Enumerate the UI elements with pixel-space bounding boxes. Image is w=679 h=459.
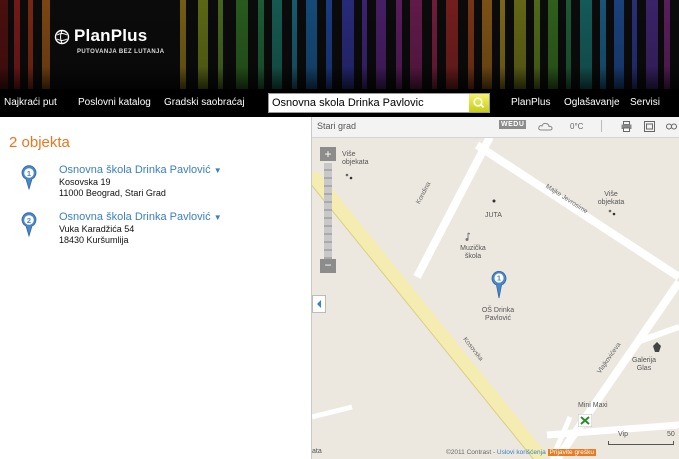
nav-business-catalog[interactable]: Poslovni katalog [78,97,151,108]
nav-city-transport[interactable]: Gradski saobraćaj [164,97,245,108]
collapse-panel-button[interactable] [312,295,326,313]
cluster-dots-icon [608,209,616,216]
map-pin-icon: 2 [21,212,37,237]
pin-number: 2 [27,216,31,225]
result-name-link[interactable]: Osnovna škola Drinka Pavlović ▼ [59,164,222,176]
zoom-slider[interactable] [324,163,332,259]
copyright-text: ©2011 Contrast - [446,449,496,456]
nav-advertising[interactable]: Oglašavanje [564,97,620,108]
map-label-gallery[interactable]: Galerija Glas [626,357,662,373]
terms-link[interactable]: Uslovi korišćenja [497,449,546,456]
search-box [268,93,490,113]
pin-number: 1 [27,169,31,178]
pin-number: 1 [497,274,501,283]
map-label-vip[interactable]: Vip [618,431,628,438]
result-name-link[interactable]: Osnovna škola Drinka Pavlović ▼ [59,211,222,223]
link-icon[interactable] [666,121,678,132]
search-icon [473,97,485,109]
map-label-music-school[interactable]: Muzička škola [456,245,490,261]
map-label-mini-maxi[interactable]: Mini Maxi [578,402,608,409]
search-input[interactable] [272,94,468,112]
globe-icon [54,29,70,45]
nav-planplus[interactable]: PlanPlus [511,97,550,108]
map-label-school[interactable]: OŠ Drinka Pavlović [478,307,518,323]
dropdown-arrow-icon[interactable]: ▼ [214,213,222,222]
weather-badge[interactable]: WEDU [499,120,527,129]
poi-dot-icon [492,199,496,203]
result-street: Vuka Karadžića 54 [59,224,135,234]
brand-name: PlanPlus [74,26,148,45]
map-scale-bar [608,441,674,445]
map-label-partial: ata [312,448,322,455]
nav-bar: Najkraći put Poslovni katalog Gradski sa… [0,89,679,117]
toolbar-divider [601,120,602,132]
header-banner: PlanPlus PUTOVANJA BEZ LUTANJA [0,0,679,89]
map-footer: ©2011 Contrast - Uslovi korišćenja Prija… [446,449,596,456]
print-icon[interactable] [621,121,632,132]
results-count: 2 objekta [9,134,70,151]
map-pin-icon[interactable]: 1 [490,269,508,299]
map-label-juta[interactable]: JUTA [485,212,502,219]
dropdown-arrow-icon[interactable]: ▼ [214,166,222,175]
fullscreen-icon[interactable] [644,121,655,132]
nav-shortest-route[interactable]: Najkraći put [4,97,57,108]
cluster-dots-icon [345,173,353,180]
scale-label: 50 [667,431,675,438]
search-button[interactable] [469,94,489,112]
result-city: 11000 Beograd, Stari Grad [59,188,166,198]
map-view[interactable]: Stari grad WEDU 0°C + − Više objekata Vi… [312,117,679,459]
results-panel: 2 objekta 1 Osnovna škola Drinka Pavlovi… [0,117,312,459]
result-name: Osnovna škola Drinka Pavlović [59,164,211,176]
map-breadcrumb[interactable]: Stari grad [317,121,356,131]
chevron-left-icon [317,300,321,308]
result-name: Osnovna škola Drinka Pavlović [59,211,211,223]
temperature: 0°C [570,122,584,131]
map-label-more-objects[interactable]: Više objekata [594,191,628,207]
shop-icon [578,414,592,427]
map-toolbar: Stari grad WEDU 0°C [312,117,679,138]
zoom-in-button[interactable]: + [320,147,336,161]
zoom-control: + − [320,147,336,275]
zoom-out-button[interactable]: − [320,259,336,273]
map-pin-icon: 1 [21,165,37,190]
brand-tagline: PUTOVANJA BEZ LUTANJA [77,49,165,55]
result-street: Kosovska 19 [59,177,111,187]
result-city: 18430 Kuršumlija [59,235,129,245]
nav-services[interactable]: Servisi [630,97,660,108]
art-gallery-icon [653,342,661,352]
map-label-more-objects[interactable]: Više objekata [342,151,376,167]
music-note-icon [465,232,471,241]
report-error-button[interactable]: Prijavite grešku [547,449,596,456]
cloud-icon [538,122,553,131]
